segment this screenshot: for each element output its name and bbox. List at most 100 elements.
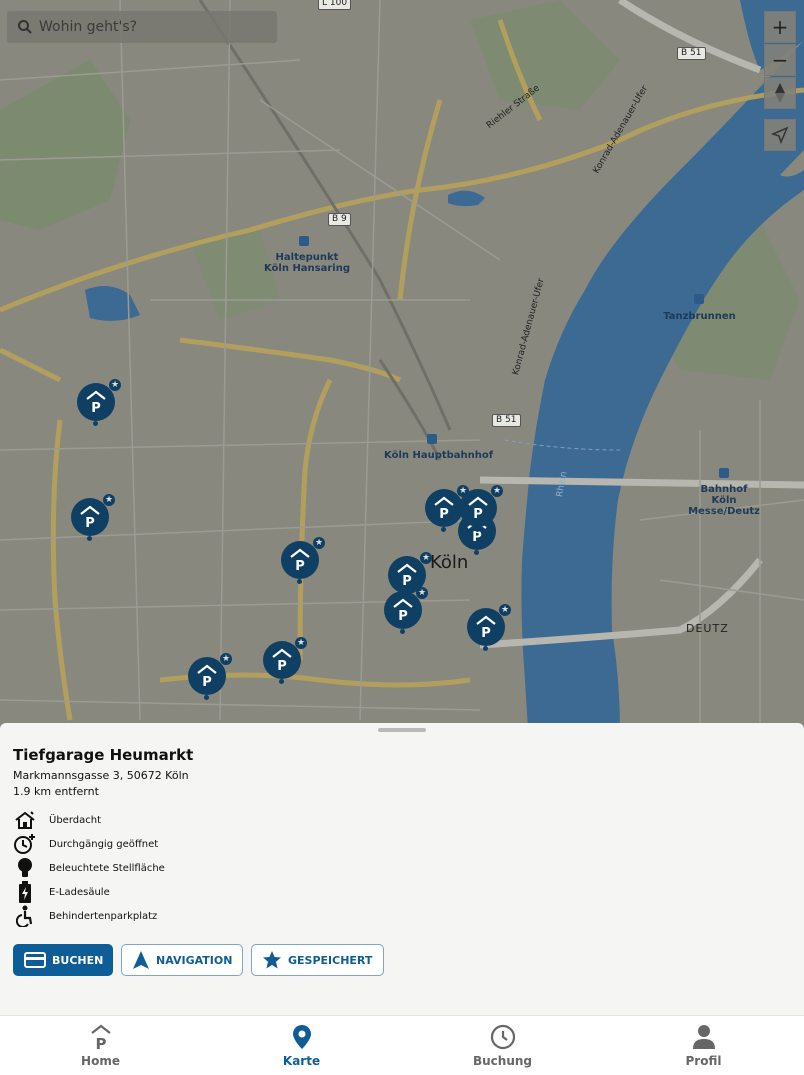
nav-booking[interactable]: Buchung	[402, 1016, 603, 1075]
star-icon: ★	[295, 637, 307, 649]
compass-icon	[775, 83, 785, 103]
feature-label: Durchgängig geöffnet	[49, 838, 159, 850]
zoom-in-button[interactable]: +	[764, 11, 796, 43]
feature-lighting: Beleuchtete Stellfläche	[13, 856, 165, 880]
parking-marker[interactable]: P ★	[263, 637, 307, 684]
place-label: Tanzbrunnen	[663, 311, 736, 322]
parking-marker[interactable]: P ★	[425, 485, 469, 532]
svg-text:P: P	[439, 507, 449, 520]
star-icon: ★	[416, 587, 428, 599]
feature-label: E-Ladesäule	[49, 886, 110, 898]
city-label: Köln	[430, 552, 469, 573]
zoom-out-button[interactable]: −	[764, 44, 796, 76]
parking-home-icon: P	[90, 1023, 112, 1051]
parking-icon: P	[86, 390, 106, 414]
feature-label: Überdacht	[49, 814, 101, 826]
search-bar[interactable]	[7, 11, 277, 43]
garage-address: Markmannsgasse 3, 50672 Köln	[13, 769, 189, 782]
parking-marker[interactable]: P ★	[384, 587, 428, 634]
nav-map[interactable]: Karte	[201, 1016, 402, 1075]
book-button-label: BUCHEN	[52, 953, 104, 967]
svg-text:P: P	[295, 559, 305, 572]
feature-accessible: Behindertenparkplatz	[13, 904, 157, 928]
parking-marker[interactable]: P ★	[77, 379, 121, 426]
navigation-arrow-icon	[132, 950, 150, 970]
star-icon: ★	[109, 379, 121, 391]
svg-text:P: P	[85, 516, 95, 529]
nav-home[interactable]: P Home	[0, 1016, 201, 1075]
map-pin-icon	[292, 1023, 312, 1051]
nav-profile[interactable]: Profil	[603, 1016, 804, 1075]
nav-label: Karte	[282, 1054, 321, 1068]
parking-marker[interactable]: P ★	[467, 604, 511, 651]
star-icon: ★	[103, 494, 115, 506]
parking-icon: P	[434, 496, 454, 520]
clock-icon	[490, 1023, 516, 1051]
parking-icon: P	[397, 563, 417, 587]
road-shield: L 100	[318, 0, 352, 10]
person-icon	[692, 1023, 716, 1051]
road-shield: B 9	[328, 213, 351, 226]
feature-label: Beleuchtete Stellfläche	[49, 862, 165, 874]
saved-button[interactable]: GESPEICHERT	[251, 944, 384, 976]
star-icon: ★	[313, 537, 325, 549]
map[interactable]: L 100 B 51 B 9 B 51 Riehler Straße Konra…	[0, 0, 804, 730]
feature-label: Behindertenparkplatz	[49, 910, 158, 922]
bottom-navigation: P Home Karte Buchung Profil	[0, 1015, 804, 1075]
parking-icon: P	[476, 615, 496, 639]
svg-text:P: P	[402, 574, 412, 587]
road-shield: B 51	[677, 47, 706, 60]
place-label: Köln Hauptbahnhof	[384, 450, 494, 461]
star-icon	[262, 950, 282, 970]
clock-24h-icon	[13, 833, 37, 855]
star-icon: ★	[499, 604, 511, 616]
svg-text:P: P	[95, 1035, 106, 1050]
svg-text:P: P	[91, 401, 101, 414]
svg-text:P: P	[398, 609, 408, 622]
parking-icon: P	[290, 548, 310, 572]
star-icon: ★	[420, 552, 432, 564]
parking-icon: P	[197, 664, 217, 688]
svg-text:P: P	[277, 659, 287, 672]
locate-button[interactable]	[764, 119, 796, 151]
covered-icon	[13, 809, 37, 831]
detail-sheet: Tiefgarage Heumarkt Markmannsgasse 3, 50…	[0, 723, 804, 1015]
saved-button-label: GESPEICHERT	[288, 953, 373, 967]
svg-text:P: P	[202, 675, 212, 688]
wheelchair-icon	[13, 905, 37, 927]
feature-24h: Durchgängig geöffnet	[13, 832, 158, 856]
navigation-button-label: NAVIGATION	[156, 953, 233, 967]
parking-marker[interactable]: P ★	[459, 485, 503, 532]
book-button[interactable]: BUCHEN	[13, 944, 113, 976]
drag-handle[interactable]	[378, 728, 426, 732]
feature-covered: Überdacht	[13, 808, 101, 832]
parking-icon: P	[393, 598, 413, 622]
search-input[interactable]	[39, 19, 259, 35]
star-icon: ★	[220, 653, 232, 665]
nav-label: Buchung	[472, 1054, 533, 1068]
navigation-button[interactable]: NAVIGATION	[121, 944, 243, 976]
parking-marker[interactable]: P ★	[71, 494, 115, 541]
svg-text:P: P	[481, 626, 491, 639]
nav-label: Profil	[685, 1054, 722, 1068]
road-shield: B 51	[492, 414, 521, 427]
charging-icon	[13, 881, 37, 903]
credit-card-icon	[24, 952, 46, 968]
parking-marker[interactable]: P ★	[281, 537, 325, 584]
parking-marker[interactable]: P ★	[188, 653, 232, 700]
star-icon: ★	[491, 485, 503, 497]
parking-icon: P	[272, 648, 292, 672]
svg-text:P: P	[473, 507, 483, 520]
lightbulb-icon	[13, 857, 37, 879]
place-label: Haltepunkt Köln Hansaring	[263, 252, 351, 274]
garage-title: Tiefgarage Heumarkt	[13, 746, 194, 764]
search-icon	[18, 20, 32, 34]
place-label: Bahnhof Köln Messe/Deutz	[688, 484, 760, 517]
nav-label: Home	[81, 1054, 120, 1068]
parking-icon: P	[468, 496, 488, 520]
compass-button[interactable]	[764, 77, 796, 109]
parking-icon: P	[80, 505, 100, 529]
location-arrow-icon	[771, 126, 789, 144]
garage-distance: 1.9 km entfernt	[13, 785, 99, 798]
feature-charging: E-Ladesäule	[13, 880, 110, 904]
